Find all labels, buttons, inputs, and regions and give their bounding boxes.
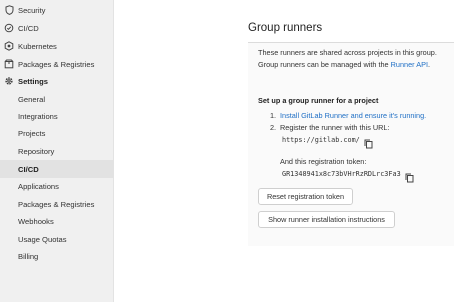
sidebar-item-packages[interactable]: Packages & Registries	[0, 55, 114, 73]
copy-url-icon[interactable]	[364, 136, 373, 149]
sidebar-item-label: Settings	[18, 76, 48, 86]
sidebar-subitem-applications[interactable]: Applications	[0, 177, 114, 195]
sidebar-subitem-label: General	[18, 94, 46, 104]
sidebar-subitem-label: Usage Quotas	[18, 234, 67, 244]
sidebar-subitem-label: CI/CD	[18, 164, 39, 174]
sidebar-subitem-usage-quotas[interactable]: Usage Quotas	[0, 230, 114, 248]
description-suffix: .	[427, 60, 431, 69]
copy-token-icon[interactable]	[405, 170, 414, 183]
registration-url: https://gitlab.com/	[282, 136, 360, 144]
step-2-text: Register the runner with this URL:	[280, 123, 390, 132]
step-2-number: 2.	[270, 123, 277, 132]
package-icon	[4, 59, 14, 69]
sidebar-item-security[interactable]: Security	[0, 1, 114, 19]
sidebar-subitem-label: Billing	[18, 251, 39, 261]
sidebar-subitem-billing[interactable]: Billing	[0, 247, 114, 265]
registration-token: GR1348941x8c73bVHrRzRDLrc3Fa3	[282, 170, 401, 178]
show-install-instructions-button[interactable]: Show runner installation instructions	[258, 211, 395, 228]
sidebar-item-label: CI/CD	[18, 23, 39, 33]
sidebar-subitem-repository[interactable]: Repository	[0, 142, 114, 160]
setup-heading: Set up a group runner for a project	[258, 96, 379, 105]
step-1-number: 1.	[270, 111, 277, 120]
sidebar-subitem-label: Integrations	[18, 111, 58, 121]
shield-icon	[4, 5, 14, 15]
install-runner-link[interactable]: Install GitLab Runner and ensure it's ru…	[280, 111, 426, 121]
sidebar-item-label: Security	[18, 5, 46, 15]
sidebar-item-cicd[interactable]: CI/CD	[0, 19, 114, 37]
gear-icon	[4, 76, 14, 86]
sidebar-subitem-packages[interactable]: Packages & Registries	[0, 195, 114, 213]
rocket-icon	[4, 23, 14, 33]
token-label: And this registration token:	[280, 157, 367, 166]
sidebar-item-settings[interactable]: Settings	[0, 72, 114, 90]
sidebar-subitem-label: Applications	[18, 181, 59, 191]
sidebar-subitem-integrations[interactable]: Integrations	[0, 107, 114, 125]
sidebar: Security CI/CD Kubernetes Packages & Reg…	[0, 0, 114, 302]
kubernetes-icon	[4, 41, 14, 51]
sidebar-item-kubernetes[interactable]: Kubernetes	[0, 37, 114, 55]
sidebar-subitem-label: Repository	[18, 146, 55, 156]
page-title: Group runners	[248, 22, 323, 34]
description-line-2: Group runners can be managed with the Ru…	[258, 60, 430, 70]
sidebar-subitem-label: Webhooks	[18, 216, 54, 226]
sidebar-subitem-general[interactable]: General	[0, 90, 114, 108]
sidebar-subitem-projects[interactable]: Projects	[0, 124, 114, 142]
sidebar-subitem-label: Projects	[18, 128, 46, 138]
sidebar-item-label: Packages & Registries	[18, 59, 95, 69]
sidebar-subitem-webhooks[interactable]: Webhooks	[0, 212, 114, 230]
sidebar-subitem-label: Packages & Registries	[18, 199, 95, 209]
runner-api-link[interactable]: Runner API	[391, 60, 428, 69]
reset-token-button[interactable]: Reset registration token	[258, 188, 353, 205]
sidebar-item-label: Kubernetes	[18, 41, 57, 51]
description-prefix: Group runners can be managed with the	[258, 60, 391, 69]
description-line-1: These runners are shared across projects…	[258, 48, 437, 57]
sidebar-subitem-cicd[interactable]: CI/CD	[0, 160, 114, 178]
